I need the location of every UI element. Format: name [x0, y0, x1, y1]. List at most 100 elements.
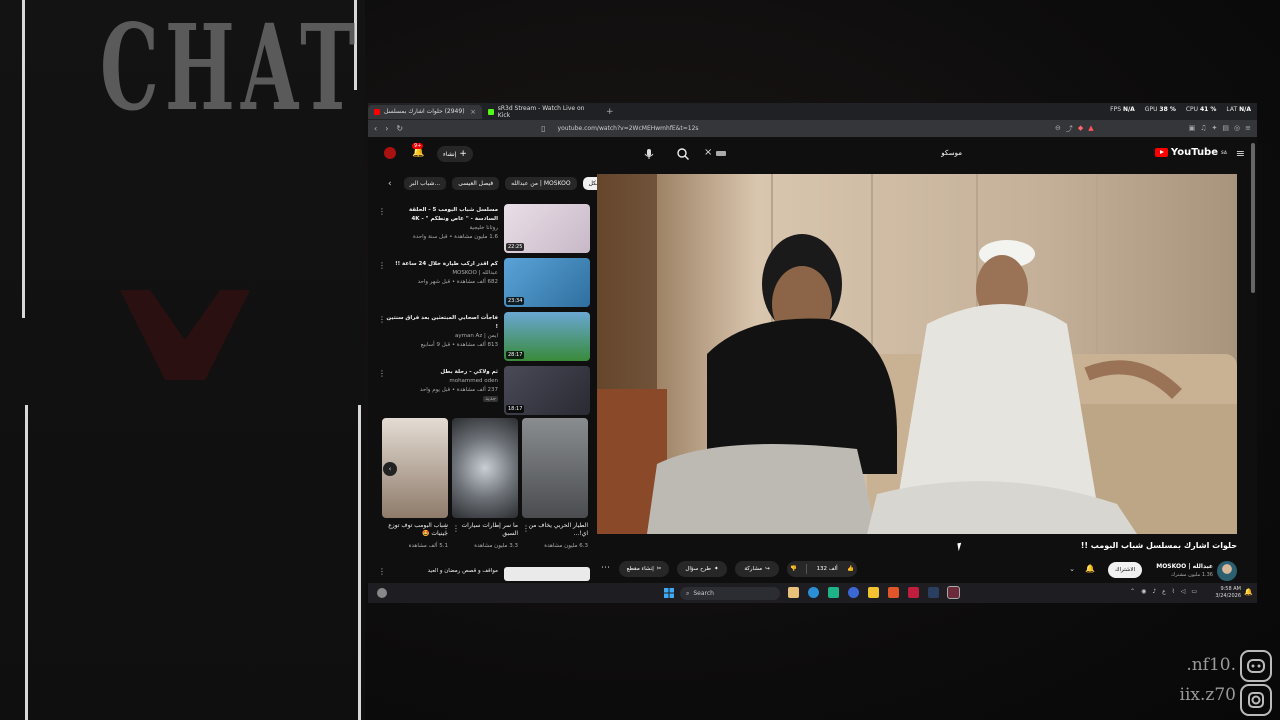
more-options-icon[interactable]: ⋮	[378, 567, 386, 576]
channel-bell-icon[interactable]: 🔔	[1085, 564, 1095, 573]
shorts-prev-button[interactable]: ‹	[383, 462, 397, 476]
search-input[interactable]: × موسكو	[698, 145, 968, 163]
url-field[interactable]: youtube.com/watch?v=2WcMEHwmhfE&t=12s	[558, 125, 1047, 132]
brave-icon[interactable]	[888, 587, 899, 598]
adobe-icon[interactable]	[908, 587, 919, 598]
extensions-icon[interactable]: ✦	[1212, 124, 1218, 134]
subscribe-button[interactable]: الاشتراك	[1108, 562, 1142, 578]
store-icon[interactable]	[828, 587, 839, 598]
keyboard-icon[interactable]	[716, 151, 726, 156]
clear-search-icon[interactable]: ×	[704, 147, 712, 158]
short-item[interactable]: شباب البومب توف توزع جينيات 🤩 5.1 ألف مش…	[382, 418, 450, 550]
more-options-icon[interactable]: ⋮	[522, 524, 530, 533]
video-title[interactable]: كم اقدر اركب طيارة خلال 24 ساعة !!	[386, 260, 498, 269]
video-channel[interactable]: mohammed oden	[386, 377, 498, 386]
guide-menu-icon[interactable]: ≡	[1236, 147, 1245, 160]
video-channel[interactable]: روتانا خليجية	[386, 224, 498, 233]
taskbar-search[interactable]: ⌕ Search	[680, 587, 780, 600]
list-item[interactable]: 28:17 فاجأت اصحابي المبتعثين بعد فراق سن…	[378, 312, 590, 364]
brave-shields-icon[interactable]: ◆	[1078, 124, 1083, 134]
taskbar-clock[interactable]: 9:58 AM 3/24/2026	[1215, 586, 1241, 600]
like-icon[interactable]: 👍	[847, 566, 854, 572]
video-thumbnail[interactable]: 28:17	[504, 312, 590, 361]
more-options-icon[interactable]: ⋮	[452, 524, 460, 533]
video-title[interactable]: فاجأت اصحابي المبتعثين بعد فراق سنتين !	[386, 314, 498, 332]
share-button[interactable]: مشاركة ↪	[735, 561, 779, 577]
short-item[interactable]: ما سر إطارات سيارات السبق 3.3 مليون مشاه…	[452, 418, 518, 550]
list-item[interactable]: 18:17 ثم ولاكي - رحلة بطل mohammed oden …	[378, 366, 590, 418]
volume-icon[interactable]: ◁	[1181, 588, 1186, 595]
list-item[interactable]: 23:34 كم اقدر اركب طيارة خلال 24 ساعة !!…	[378, 258, 590, 310]
create-button[interactable]: إنشاء +	[437, 146, 473, 162]
tray-chevron-icon[interactable]: ⌃	[1130, 588, 1135, 595]
video-title[interactable]: مواقف و قصص رمضان و العيد	[428, 568, 498, 574]
chip-shabab[interactable]: شباب البر...	[403, 177, 447, 190]
zoom-icon[interactable]: ⊖	[1055, 124, 1061, 134]
account-avatar[interactable]	[384, 147, 396, 159]
ask-button[interactable]: طرح سؤال ✦	[677, 561, 727, 577]
video-channel[interactable]: ايمن | ayman Az	[386, 332, 498, 341]
windows-start-icon[interactable]	[664, 588, 674, 598]
forward-arrow-icon[interactable]: ›	[385, 124, 388, 133]
reload-icon[interactable]: ↻	[396, 124, 403, 133]
clip-button[interactable]: إنشاء مقطع ✂	[619, 561, 669, 577]
page-scrollbar[interactable]	[1251, 143, 1255, 293]
tray-mic-icon[interactable]: ♪	[1152, 588, 1156, 595]
rewards-icon[interactable]: ▲	[1088, 124, 1093, 134]
short-thumbnail[interactable]	[452, 418, 518, 518]
tab-kick[interactable]: sR3d Stream - Watch Live on Kick	[482, 105, 600, 119]
sidebar-icon[interactable]: ▣	[1189, 124, 1196, 134]
battery-icon[interactable]: ▭	[1191, 588, 1197, 595]
dislike-icon[interactable]: 👎	[790, 566, 797, 572]
list-item[interactable]: مواقف و قصص رمضان و العيد ⋮	[378, 565, 590, 581]
language-indicator[interactable]: ع	[1162, 588, 1166, 595]
tab-youtube[interactable]: (2949) حلوات اشارك بمسلسل ×	[368, 104, 482, 119]
calendar-app-icon[interactable]	[788, 587, 799, 598]
list-item[interactable]: 22:25 مسلسل شباب البومب 5 - الحلقة الساد…	[378, 204, 590, 256]
media-icon[interactable]: ♫	[1200, 124, 1206, 134]
video-thumbnail[interactable]: 23:34	[504, 258, 590, 307]
tray-app-icon[interactable]: ◉	[1141, 588, 1146, 595]
voice-search-icon[interactable]	[642, 147, 656, 161]
video-thumbnail[interactable]: 18:17	[504, 366, 590, 415]
short-thumbnail[interactable]	[522, 418, 588, 518]
short-title[interactable]: ما سر إطارات سيارات السبق	[452, 522, 518, 538]
weather-icon[interactable]	[377, 588, 387, 598]
youtube-logo[interactable]: YouTube SA	[1154, 147, 1227, 158]
menu-icon[interactable]: ≡	[1245, 124, 1251, 134]
more-options-icon[interactable]: ⋮	[378, 369, 386, 378]
more-options-icon[interactable]: ⋮	[442, 524, 450, 533]
channel-avatar[interactable]	[1217, 561, 1237, 581]
obs-icon[interactable]	[947, 586, 960, 599]
like-dislike-button[interactable]: 👎 132 ألف 👍	[787, 561, 857, 577]
notification-center-icon[interactable]: 🔔	[1244, 588, 1253, 596]
more-options-icon[interactable]: ⋮	[378, 207, 386, 216]
back-arrow-icon[interactable]: ‹	[374, 124, 377, 133]
short-title[interactable]: شباب البومب توف توزع جينيات 🤩	[382, 522, 448, 538]
short-title[interactable]: الطيار الحربي يخاف من اي!...	[522, 522, 588, 538]
new-tab-button[interactable]: +	[606, 107, 614, 117]
close-tab-icon[interactable]: ×	[470, 108, 476, 116]
channel-name[interactable]: عبدالله | MOSKOO	[1156, 563, 1213, 571]
video-title[interactable]: ثم ولاكي - رحلة بطل	[386, 368, 498, 377]
file-explorer-icon[interactable]	[868, 587, 879, 598]
video-player[interactable]	[597, 174, 1237, 534]
chip-moskoo[interactable]: من عبدالله | MOSKOO	[505, 177, 577, 190]
video-thumbnail[interactable]	[504, 567, 590, 581]
search-icon[interactable]	[676, 147, 690, 161]
video-title[interactable]: مسلسل شباب البومب 5 - الحلقة السادسة - "…	[386, 206, 498, 224]
vpn-icon[interactable]: ◎	[1234, 124, 1240, 134]
short-item[interactable]: الطيار الحربي يخاف من اي!... 6.3 مليون م…	[522, 418, 588, 550]
wifi-icon[interactable]: ⌇	[1172, 588, 1175, 595]
chrome-icon[interactable]	[848, 587, 859, 598]
more-actions-icon[interactable]: ⋯	[601, 563, 610, 573]
video-channel[interactable]: عبدالله | MOSKOO	[386, 269, 498, 278]
bookmark-icon[interactable]: ▯	[541, 124, 545, 133]
chevron-left-icon[interactable]: ‹	[388, 179, 392, 189]
share-icon[interactable]: ⤴	[1066, 124, 1073, 134]
chevron-down-icon[interactable]: ⌄	[1069, 565, 1075, 573]
more-options-icon[interactable]: ⋮	[378, 315, 386, 324]
video-thumbnail[interactable]: 22:25	[504, 204, 590, 253]
edge-icon[interactable]	[808, 587, 819, 598]
wallet-icon[interactable]: ▤	[1222, 124, 1229, 134]
